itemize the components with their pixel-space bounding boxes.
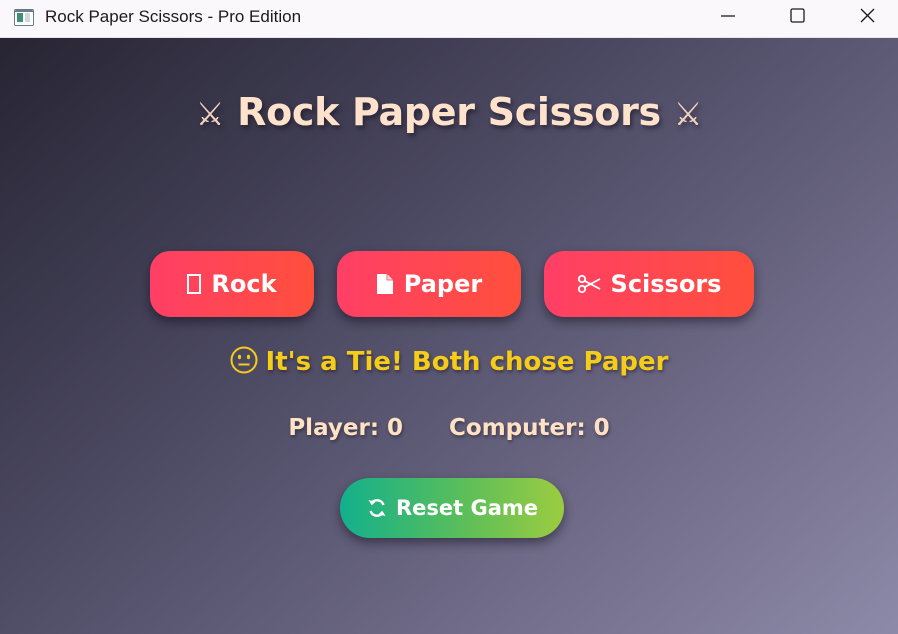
paper-button[interactable]: Paper xyxy=(337,251,521,317)
crossed-swords-icon: ⚔ xyxy=(195,95,225,133)
maximize-button[interactable] xyxy=(773,0,821,32)
scissors-icon xyxy=(577,274,601,294)
minimize-icon xyxy=(721,15,735,17)
maximize-icon xyxy=(790,8,805,23)
app-icon xyxy=(14,9,34,26)
crossed-swords-icon: ⚔ xyxy=(673,95,703,133)
heading-text: Rock Paper Scissors xyxy=(237,90,661,134)
player-score: Player: 0 xyxy=(288,415,404,441)
result-text: It's a Tie! Both chose Paper xyxy=(265,347,669,377)
document-icon xyxy=(376,273,394,295)
rock-button[interactable]: Rock xyxy=(150,251,314,317)
computer-score: Computer: 0 xyxy=(449,415,610,441)
page-title: ⚔ Rock Paper Scissors ⚔ xyxy=(0,90,898,134)
scissors-button[interactable]: Scissors xyxy=(544,251,754,317)
reset-game-button[interactable]: Reset Game xyxy=(340,478,564,538)
close-button[interactable] xyxy=(843,0,891,32)
scoreboard: Player: 0 Computer: 0 xyxy=(0,415,898,441)
rock-icon xyxy=(187,274,202,294)
game-area: ⚔ Rock Paper Scissors ⚔ Rock Paper Sciss… xyxy=(0,38,898,634)
result-message: It's a Tie! Both chose Paper xyxy=(0,346,898,381)
title-bar[interactable]: Rock Paper Scissors - Pro Edition xyxy=(0,0,898,38)
refresh-icon xyxy=(366,497,388,519)
close-icon xyxy=(860,8,875,23)
scissors-label: Scissors xyxy=(610,270,722,298)
neutral-face-icon xyxy=(230,346,258,381)
rock-label: Rock xyxy=(211,270,277,298)
reset-label: Reset Game xyxy=(395,496,539,520)
window-title: Rock Paper Scissors - Pro Edition xyxy=(45,7,302,26)
paper-label: Paper xyxy=(403,270,483,298)
app-window: Rock Paper Scissors - Pro Edition ⚔ Rock… xyxy=(0,0,898,634)
minimize-button[interactable] xyxy=(704,0,752,32)
